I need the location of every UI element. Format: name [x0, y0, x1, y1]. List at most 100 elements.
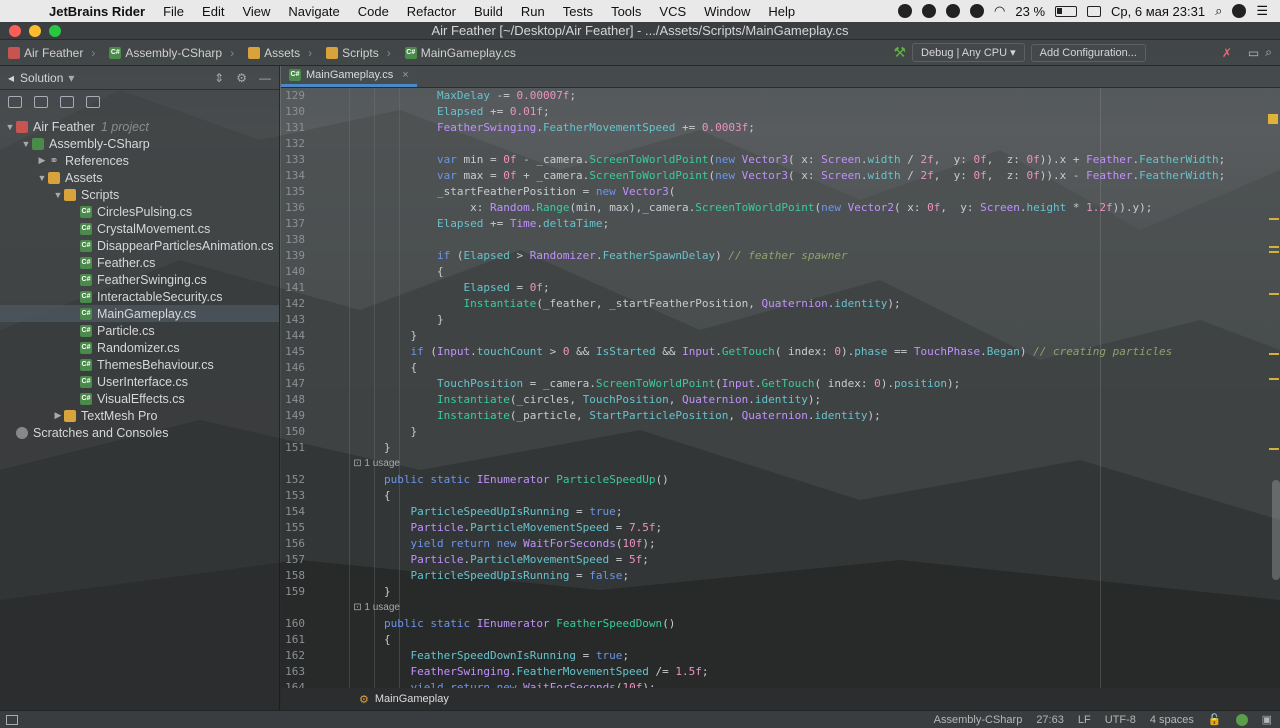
clock[interactable]: Ср, 6 мая 23:31	[1111, 4, 1205, 19]
scroll-marker[interactable]	[1269, 378, 1279, 380]
input-source-icon[interactable]	[1087, 5, 1102, 17]
chevron-down-icon[interactable]: ▼	[52, 190, 64, 200]
tree-item[interactable]: C# Feather.cs	[0, 254, 279, 271]
expand-all-icon[interactable]	[34, 96, 48, 108]
status-indent[interactable]: 4 spaces	[1150, 714, 1194, 726]
usage-hint[interactable]: ⊡ 1 usage	[331, 456, 1231, 472]
crumb-file[interactable]: C# MainGameplay.cs	[397, 46, 522, 60]
crumb-label: Scripts	[342, 45, 379, 60]
tree-item[interactable]: ▼ Assets	[0, 169, 279, 186]
usage-hint[interactable]: ⊡ 1 usage	[331, 600, 1231, 616]
scroll-marker[interactable]	[1269, 448, 1279, 450]
close-tab-icon[interactable]: ×	[402, 69, 408, 81]
siri-icon[interactable]	[1232, 4, 1247, 18]
breadcrumb-class[interactable]: MainGameplay	[375, 693, 449, 705]
tree-item[interactable]: C# UserInterface.cs	[0, 373, 279, 390]
scroll-marker[interactable]	[1269, 218, 1279, 220]
lock-icon[interactable]: 🔓	[1208, 713, 1222, 726]
menu-view[interactable]: View	[233, 4, 279, 19]
chevron-down-icon[interactable]: ▼	[4, 122, 16, 132]
csharp-file-icon: C#	[80, 341, 92, 354]
menu-code[interactable]: Code	[349, 4, 398, 19]
menu-run[interactable]: Run	[512, 4, 554, 19]
navigation-bar: Air Feather › C# Assembly-CSharp › Assets ›…	[0, 40, 1280, 66]
line-number: 158	[285, 569, 305, 582]
tree-item[interactable]: C# Particle.cs	[0, 322, 279, 339]
menu-build[interactable]: Build	[465, 4, 512, 19]
tree-item[interactable]: ▼ Assembly-CSharp	[0, 135, 279, 152]
notification-center-icon[interactable]: ☰	[1256, 3, 1268, 19]
tree-item[interactable]: C# Randomizer.cs	[0, 339, 279, 356]
chevron-right-icon[interactable]: ▶	[36, 155, 48, 166]
crumb-scripts[interactable]: Scripts ›	[318, 46, 397, 60]
inspection-status-icon[interactable]	[1268, 114, 1278, 124]
collapse-icon[interactable]: ⇕	[214, 71, 224, 85]
tree-item-label: Assets	[65, 170, 103, 185]
status-line-separator[interactable]: LF	[1078, 714, 1091, 726]
menu-tools[interactable]: Tools	[602, 4, 650, 19]
menu-navigate[interactable]: Navigate	[279, 4, 348, 19]
status-caret-position[interactable]: 27:63	[1036, 714, 1064, 726]
menu-app-name[interactable]: JetBrains Rider	[40, 4, 154, 19]
tree-item[interactable]: ▶ TextMesh Pro	[0, 407, 279, 424]
locate-icon[interactable]	[8, 96, 22, 108]
build-hammer-icon[interactable]: ⚒	[893, 44, 906, 61]
run-configuration-selector[interactable]: Debug | Any CPU ▾	[912, 43, 1025, 62]
tree-item[interactable]: C# CrystalMovement.cs	[0, 220, 279, 237]
gear-icon[interactable]: ⚙	[236, 71, 247, 85]
status-encoding[interactable]: UTF-8	[1105, 714, 1136, 726]
event-log-icon[interactable]: ▣	[1262, 713, 1272, 726]
shield-icon[interactable]	[970, 4, 985, 18]
crumb-project[interactable]: C# Assembly-CSharp ›	[101, 46, 240, 60]
debug-bug-icon[interactable]: ✗	[1222, 46, 1232, 60]
scroll-marker[interactable]	[1269, 246, 1279, 248]
tree-item[interactable]: C# CirclesPulsing.cs	[0, 203, 279, 220]
menu-window[interactable]: Window	[695, 4, 759, 19]
menu-tests[interactable]: Tests	[554, 4, 602, 19]
collapse-all-icon[interactable]	[60, 96, 74, 108]
tree-item[interactable]: ▼ Scripts	[0, 186, 279, 203]
vk-icon[interactable]	[922, 4, 937, 18]
tree-item[interactable]: C# InteractableSecurity.cs	[0, 288, 279, 305]
tree-item[interactable]: C# DisappearParticlesAnimation.cs	[0, 237, 279, 254]
wifi-icon[interactable]: ◠	[994, 3, 1005, 19]
hide-panel-icon[interactable]: —	[259, 71, 271, 85]
menu-file[interactable]: File	[154, 4, 193, 19]
telegram-icon[interactable]	[898, 4, 913, 18]
tree-item[interactable]: C# VisualEffects.cs	[0, 390, 279, 407]
preview-icon[interactable]	[86, 96, 100, 108]
chevron-down-icon[interactable]: ▼	[20, 139, 32, 149]
battery-icon[interactable]	[1055, 5, 1078, 17]
scroll-marker[interactable]	[1269, 353, 1279, 355]
status-project-context[interactable]: Assembly-CSharp	[934, 714, 1023, 726]
search-everywhere-icon[interactable]: ⌕	[1265, 45, 1272, 60]
menu-refactor[interactable]: Refactor	[398, 4, 465, 19]
code-lines[interactable]: MaxDelay -= 0.00007f; Elapsed += 0.01f; …	[331, 88, 1231, 688]
menu-help[interactable]: Help	[759, 4, 804, 19]
tree-item[interactable]: ▼ Air Feather 1 project	[0, 118, 279, 135]
tree-item[interactable]: C# MainGameplay.cs	[0, 305, 279, 322]
solution-view-selector[interactable]: Solution	[20, 71, 63, 85]
chevron-down-icon[interactable]: ▾	[68, 71, 74, 85]
tree-item[interactable]: ▶ ⚭ References	[0, 152, 279, 169]
menu-vcs[interactable]: VCS	[650, 4, 695, 19]
tree-item[interactable]: C# ThemesBehaviour.cs	[0, 356, 279, 373]
code-area[interactable]: 129 130 131 132 133 134 135 136 137 138 139 140 141 1…	[281, 88, 1280, 688]
scroll-marker[interactable]	[1269, 293, 1279, 295]
tab-main-gameplay[interactable]: C# MainGameplay.cs ×	[281, 65, 417, 87]
crumb-assets[interactable]: Assets ›	[240, 46, 318, 60]
chevron-right-icon[interactable]: ▶	[52, 410, 64, 421]
tree-item[interactable]: Scratches and Consoles	[0, 424, 279, 441]
layout-icon[interactable]: ▭	[1248, 46, 1259, 60]
scroll-marker[interactable]	[1269, 251, 1279, 253]
search-icon[interactable]: ⌕	[1215, 3, 1222, 19]
menu-edit[interactable]: Edit	[193, 4, 233, 19]
chevron-down-icon[interactable]: ▼	[36, 173, 48, 183]
editor-scrollbar[interactable]	[1272, 480, 1280, 580]
send-icon[interactable]	[946, 4, 961, 18]
inspection-ok-icon[interactable]	[1235, 713, 1248, 726]
tree-item[interactable]: C# FeatherSwinging.cs	[0, 271, 279, 288]
tool-windows-icon[interactable]	[6, 714, 18, 725]
add-configuration-button[interactable]: Add Configuration...	[1030, 43, 1146, 62]
crumb-solution[interactable]: Air Feather ›	[0, 46, 101, 60]
